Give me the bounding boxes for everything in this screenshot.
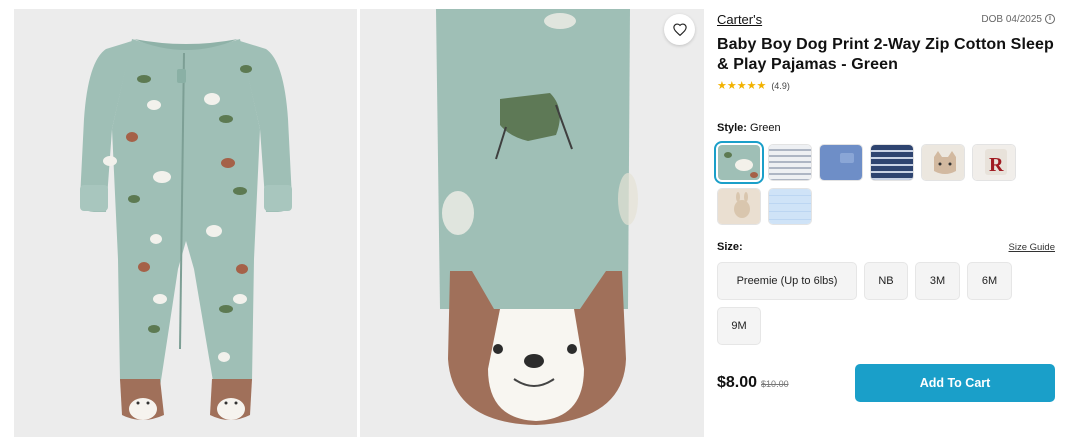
price-block: $8.00 $10.00: [717, 374, 789, 392]
rating-stars: ★★★★★: [717, 80, 767, 92]
original-price: $10.00: [761, 379, 789, 389]
product-gallery: [14, 9, 704, 437]
swatch-cat-face[interactable]: [921, 144, 965, 181]
add-to-cart-button[interactable]: Add To Cart: [855, 364, 1055, 402]
style-selected: Green: [750, 122, 781, 134]
size-option-preemie[interactable]: Preemie (Up to 6lbs): [717, 262, 857, 300]
wishlist-button[interactable]: [664, 14, 695, 45]
size-option-9m[interactable]: 9M: [717, 307, 761, 345]
swatch-blue-solid[interactable]: [819, 144, 863, 181]
swatch-red-letter[interactable]: R: [972, 144, 1016, 181]
swatch-grey-stripe[interactable]: [768, 144, 812, 181]
swatch-green-dog[interactable]: [714, 141, 764, 184]
size-options: Preemie (Up to 6lbs) NB 3M 6M 9M: [717, 262, 1027, 345]
product-title: Baby Boy Dog Print 2-Way Zip Cotton Slee…: [717, 36, 1054, 73]
size-header: Size: Size Guide: [717, 240, 1055, 254]
swatch-light-blue[interactable]: [768, 188, 812, 225]
rating[interactable]: ★★★★★ (4.9): [717, 80, 1055, 92]
swatch-navy-stripe[interactable]: [870, 144, 914, 181]
brand-row: Carter's DOB 04/2025 i: [717, 10, 1055, 28]
size-option-nb[interactable]: NB: [864, 262, 908, 300]
buy-row: $8.00 $10.00 Add To Cart: [717, 364, 1055, 402]
swatch-cream-bunny[interactable]: [717, 188, 761, 225]
heart-icon: [672, 23, 687, 36]
product-photo-front[interactable]: [14, 9, 357, 437]
svg-text:R: R: [989, 154, 1004, 176]
dob-text: DOB 04/2025: [981, 13, 1042, 25]
size-option-6m[interactable]: 6M: [967, 262, 1012, 300]
size-guide-link[interactable]: Size Guide: [1009, 242, 1055, 253]
style-swatches: R: [714, 141, 1055, 225]
style-row: Style: Green: [717, 122, 1055, 136]
dob-label: DOB 04/2025 i: [981, 14, 1055, 25]
size-option-3m[interactable]: 3M: [915, 262, 960, 300]
product-info: Carter's DOB 04/2025 i Baby Boy Dog Prin…: [714, 10, 1055, 402]
info-icon[interactable]: i: [1045, 14, 1055, 24]
size-label: Size:: [717, 241, 743, 253]
brand-link[interactable]: Carter's: [717, 12, 762, 27]
product-photo-detail[interactable]: [360, 9, 704, 437]
style-label: Style:: [717, 122, 747, 134]
price: $8.00: [717, 374, 758, 391]
rating-value: (4.9): [771, 81, 790, 91]
